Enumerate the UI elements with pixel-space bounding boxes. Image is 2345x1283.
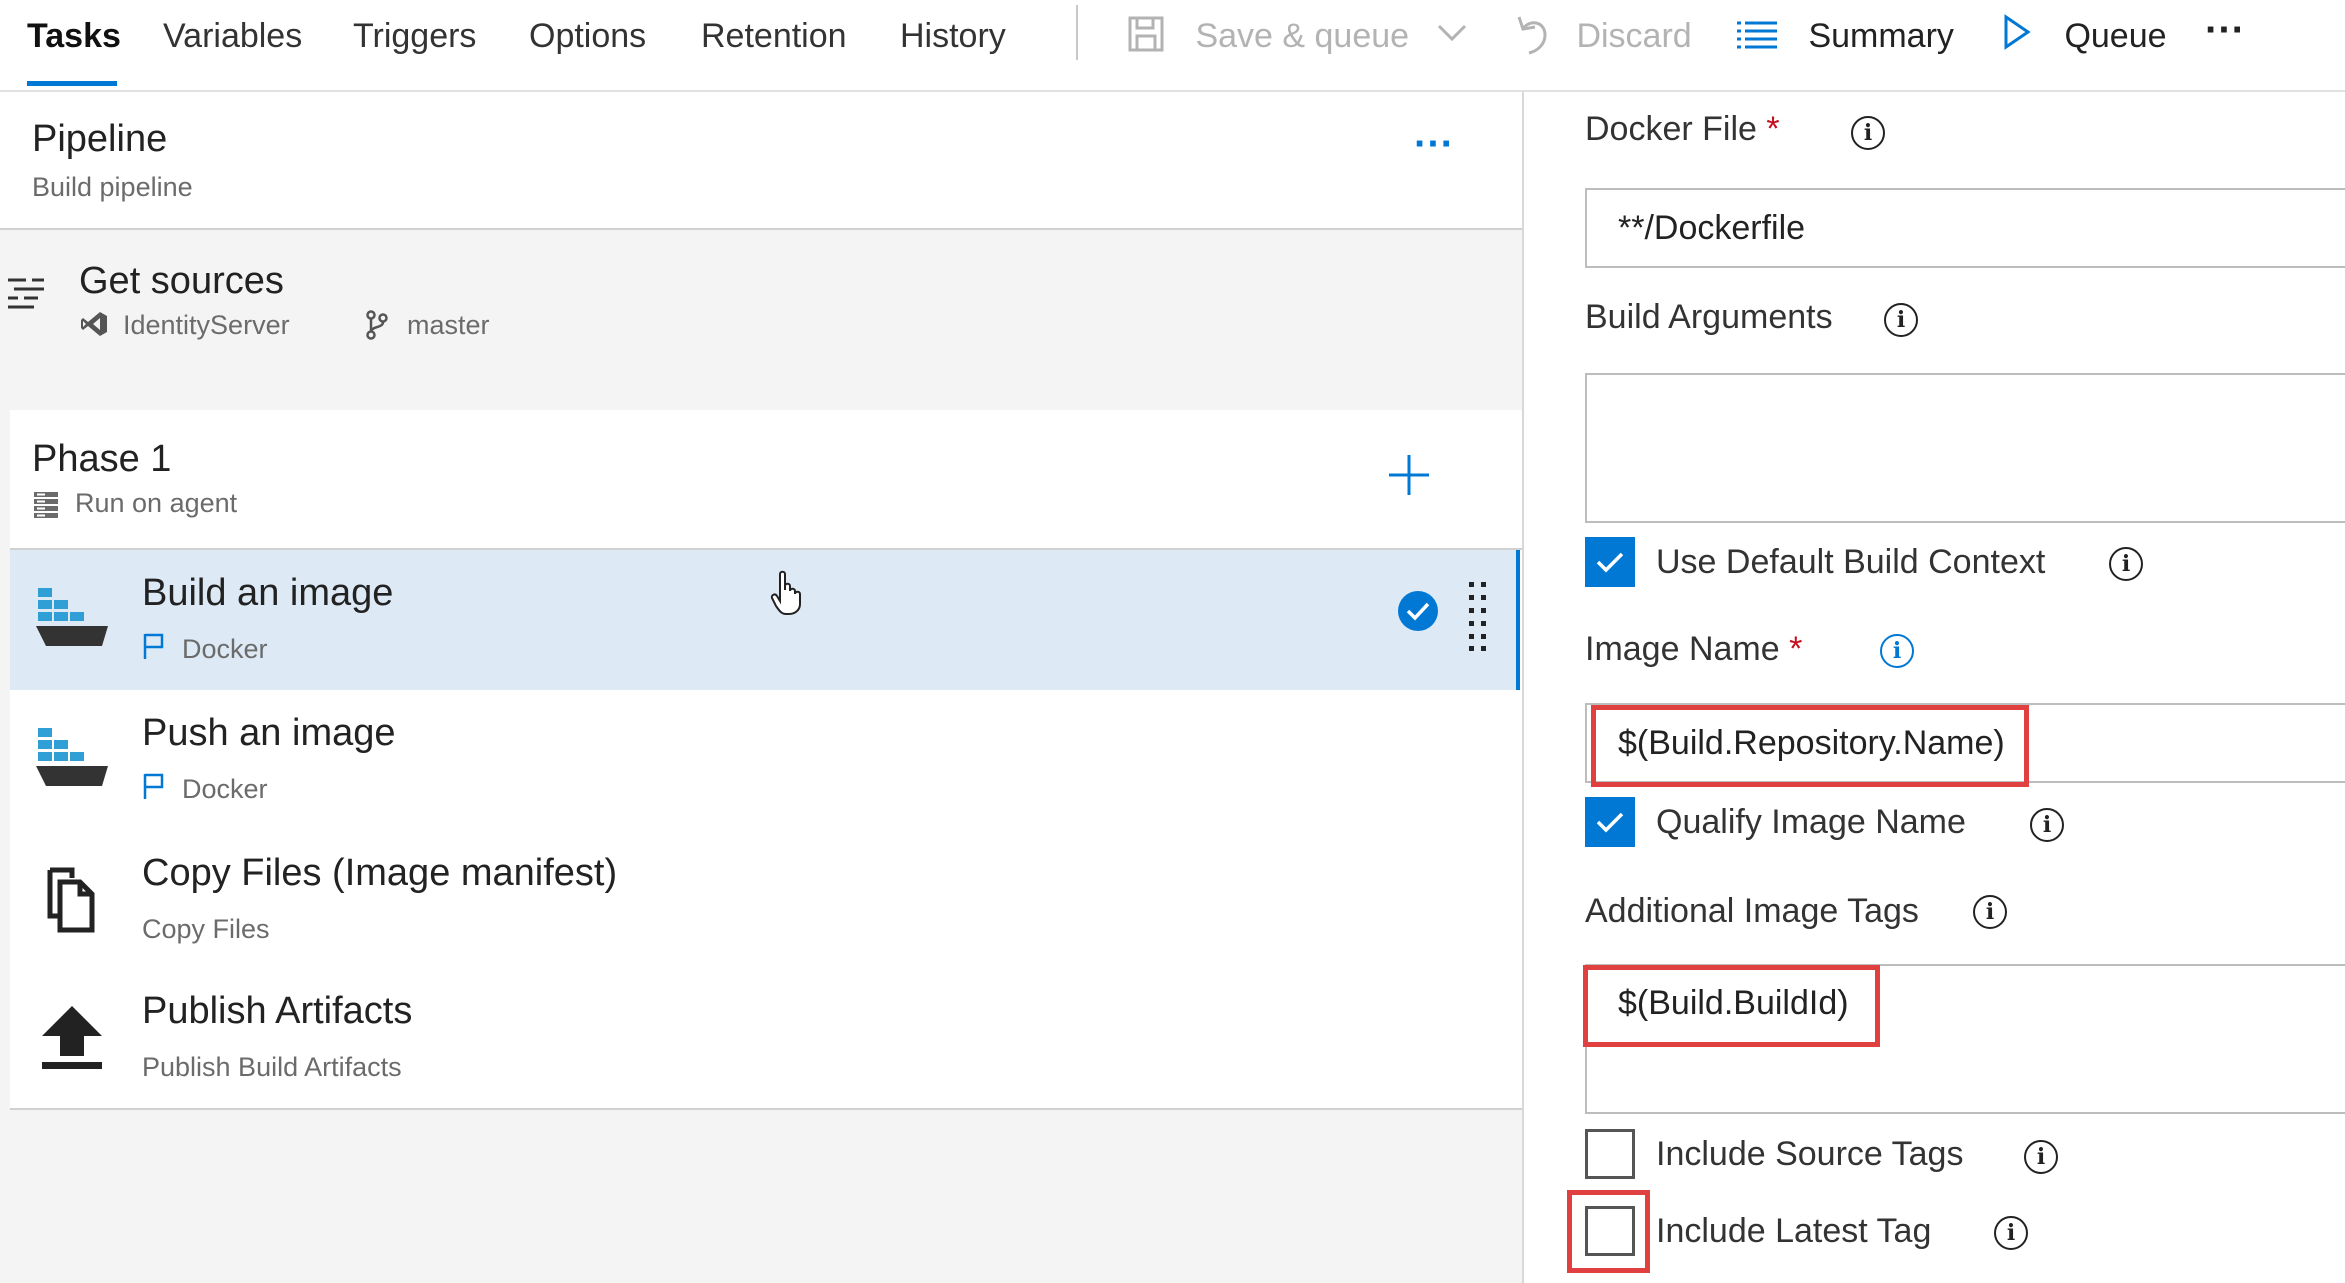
task-copy-files[interactable]: Copy Files (Image manifest) Copy Files: [10, 830, 1520, 970]
required-marker: *: [1789, 630, 1803, 668]
task-title: Copy Files (Image manifest): [142, 852, 618, 894]
info-icon[interactable]: i: [1851, 116, 1885, 150]
task-title: Build an image: [142, 572, 394, 614]
pipeline-subtitle: Build pipeline: [32, 172, 193, 202]
include-source-tags-checkbox[interactable]: [1585, 1129, 1635, 1179]
pipeline-title: Pipeline: [32, 118, 168, 160]
checkmark-icon: [1596, 812, 1624, 833]
tab-history[interactable]: History: [900, 6, 1006, 66]
tab-variables[interactable]: Variables: [163, 6, 302, 66]
undo-icon: [1517, 16, 1547, 55]
task-list-divider: [10, 1108, 1522, 1110]
tab-triggers[interactable]: Triggers: [353, 6, 476, 66]
check-circle-icon: [1398, 591, 1438, 631]
get-sources-title: Get sources: [79, 260, 284, 302]
info-icon[interactable]: i: [2109, 547, 2143, 581]
active-tab-indicator: [27, 81, 117, 86]
discard-label: Discard: [1576, 17, 1692, 55]
task-subtitle: Docker: [182, 774, 268, 804]
docker-icon: [36, 728, 108, 786]
branch-icon: [366, 310, 388, 340]
info-icon[interactable]: i: [2030, 808, 2064, 842]
task-subtitle: Publish Build Artifacts: [142, 1052, 402, 1082]
play-icon: [2004, 14, 2031, 50]
phase-subtitle: Run on agent: [75, 488, 238, 518]
docker-file-label: Docker File *: [1585, 110, 1780, 148]
queue-label: Queue: [2064, 17, 2167, 55]
copy-files-icon: [47, 867, 95, 933]
use-default-build-context-label: Use Default Build Context: [1656, 543, 2046, 581]
list-icon: [1737, 21, 1777, 49]
task-build-image[interactable]: Build an image Docker: [10, 550, 1520, 690]
discard-button[interactable]: Discard: [1515, 6, 1692, 66]
queue-button[interactable]: Queue: [2003, 6, 2167, 66]
include-latest-tag-label: Include Latest Tag: [1656, 1212, 1932, 1250]
task-title: Publish Artifacts: [142, 990, 413, 1032]
required-marker: *: [1766, 110, 1780, 148]
include-source-tags-label: Include Source Tags: [1656, 1135, 1964, 1173]
task-subtitle: Docker: [182, 634, 268, 664]
docker-file-input[interactable]: **/Dockerfile: [1585, 188, 2345, 268]
checkmark-icon: [1596, 552, 1624, 573]
agent-icon: [34, 492, 58, 518]
build-arguments-textarea[interactable]: [1585, 373, 2345, 523]
upload-icon: [42, 1006, 102, 1069]
task-title: Push an image: [142, 712, 396, 754]
repo-name: IdentityServer: [123, 310, 290, 340]
additional-image-tags-label: Additional Image Tags: [1585, 892, 1919, 930]
pipeline-more-button[interactable]: ···: [1414, 122, 1454, 167]
tab-retention[interactable]: Retention: [701, 6, 847, 66]
drag-handle-icon[interactable]: [1467, 580, 1489, 652]
pipeline-header[interactable]: Pipeline Build pipeline ···: [0, 92, 1524, 230]
visual-studio-icon: [81, 312, 107, 336]
use-default-build-context-checkbox[interactable]: [1585, 537, 1635, 587]
docker-icon: [36, 588, 108, 646]
info-icon[interactable]: i: [1973, 895, 2007, 929]
branch-name: master: [407, 310, 490, 340]
highlight-box: [1583, 965, 1880, 1047]
chevron-down-icon: [1437, 24, 1466, 42]
task-publish-artifacts[interactable]: Publish Artifacts Publish Build Artifact…: [10, 968, 1520, 1108]
add-task-icon[interactable]: [1388, 454, 1430, 496]
summary-button[interactable]: Summary: [1737, 6, 1954, 66]
tab-tasks[interactable]: Tasks: [27, 6, 121, 66]
get-sources-row[interactable]: Get sources IdentityServer master: [0, 230, 1522, 400]
more-actions-button[interactable]: ···: [2205, 0, 2245, 60]
top-toolbar: Tasks Variables Triggers Options Retenti…: [0, 0, 2345, 92]
highlight-box: [1567, 1190, 1650, 1273]
summary-label: Summary: [1808, 17, 1954, 55]
hand-cursor-icon: [770, 570, 801, 615]
flag-icon: [143, 773, 164, 799]
save-queue-button[interactable]: Save & queue: [1128, 6, 1467, 66]
flag-icon: [143, 633, 164, 659]
task-push-image[interactable]: Push an image Docker: [10, 690, 1520, 830]
info-icon[interactable]: i: [1884, 303, 1918, 337]
save-queue-label: Save & queue: [1195, 17, 1410, 55]
save-icon: [1128, 16, 1164, 52]
sources-icon: [8, 278, 44, 309]
highlight-box: [1591, 705, 2029, 787]
info-icon[interactable]: i: [1994, 1216, 2028, 1250]
qualify-image-name-label: Qualify Image Name: [1656, 803, 1966, 841]
panel-divider[interactable]: [1522, 92, 1524, 1283]
phase-header[interactable]: Phase 1 Run on agent: [10, 410, 1522, 550]
info-icon[interactable]: i: [2024, 1140, 2058, 1174]
task-subtitle: Copy Files: [142, 914, 270, 944]
toolbar-separator: [1076, 5, 1078, 60]
qualify-image-name-checkbox[interactable]: [1585, 797, 1635, 847]
info-icon[interactable]: i: [1880, 634, 1914, 668]
tab-options[interactable]: Options: [529, 6, 646, 66]
build-arguments-label: Build Arguments: [1585, 298, 1833, 336]
image-name-label: Image Name *: [1585, 630, 1803, 668]
phase-title: Phase 1: [32, 438, 172, 480]
